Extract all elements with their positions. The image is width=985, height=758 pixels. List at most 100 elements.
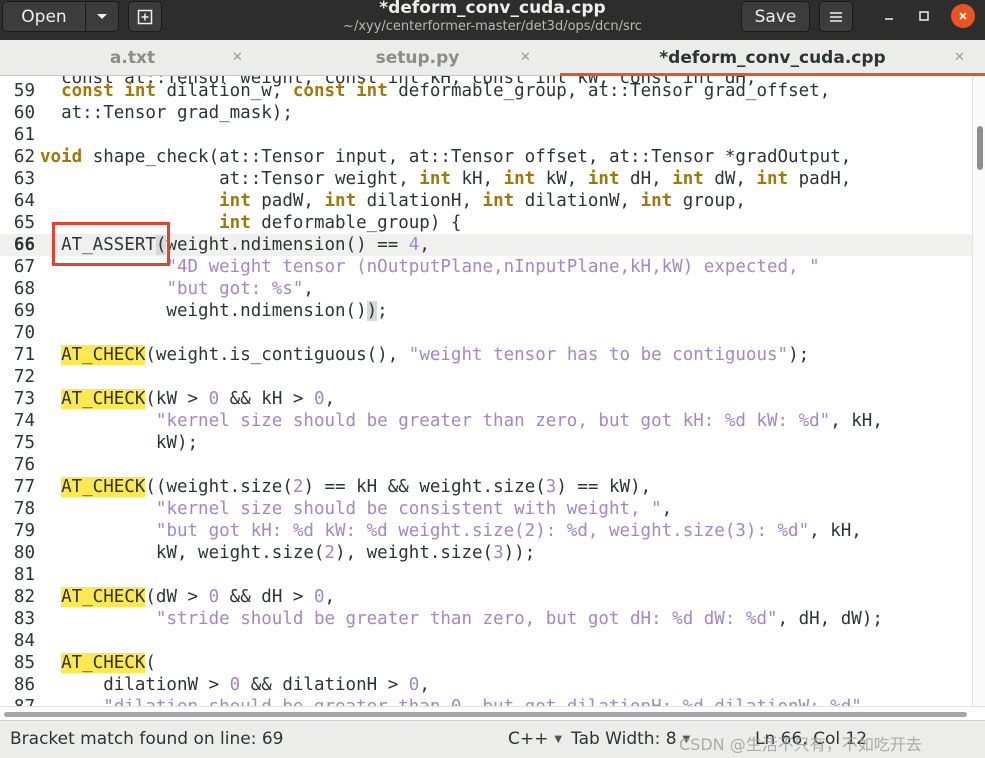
code-text: dilationW > 0 && dilationH > 0,: [40, 675, 430, 695]
line-number: 63: [13, 169, 35, 189]
tab-deform-conv-cuda[interactable]: *deform_conv_cuda.cpp ✕: [560, 40, 985, 76]
close-icon[interactable]: ✕: [954, 50, 965, 65]
code-line: 86 dilationW > 0 && dilationH > 0,: [0, 674, 972, 696]
horizontal-scrollbar[interactable]: [0, 706, 985, 720]
line-number: 81: [13, 565, 35, 585]
line-number: 65: [13, 213, 35, 233]
tab-bar: a.txt ✕ setup.py ✕ *deform_conv_cuda.cpp…: [0, 40, 985, 76]
code-text: "dilation should be greater than 0, but …: [40, 696, 872, 706]
tab-width-selector[interactable]: Tab Width: 8 ▼: [571, 729, 690, 749]
save-button[interactable]: Save: [741, 1, 810, 32]
code-line: 74 "kernel size should be greater than z…: [0, 410, 972, 432]
vertical-scrollbar-thumb[interactable]: [977, 126, 983, 170]
line-number: 70: [13, 323, 35, 343]
code-line: 71 AT_CHECK(weight.is_contiguous(), "wei…: [0, 344, 972, 366]
line-number: 75: [13, 433, 35, 453]
file-path: ~/xyy/centerformer-master/det3d/ops/dcn/…: [343, 19, 642, 34]
tab-label: *deform_conv_cuda.cpp: [659, 48, 886, 68]
code-line: 64 int padW, int dilationH, int dilation…: [0, 190, 972, 212]
line-number: 76: [13, 455, 35, 475]
line-number: 80: [13, 543, 35, 563]
line-number: 59: [13, 81, 35, 101]
line-number: 86: [13, 675, 35, 695]
watermark-text: CSDN @生活不只有，不如吃开去: [679, 735, 922, 754]
code-text: const int dilation_w, const int deformab…: [61, 81, 831, 101]
line-number: 77: [13, 477, 35, 497]
tab-a-txt[interactable]: a.txt ✕: [0, 40, 265, 76]
code-text: "but got kH: %d kW: %d weight.size(2): %…: [155, 521, 862, 541]
line-number: 83: [13, 609, 35, 629]
line-number: 78: [13, 499, 35, 519]
hamburger-menu-icon: [830, 11, 842, 22]
close-icon[interactable]: ✕: [232, 50, 243, 65]
line-number: 85: [13, 653, 35, 673]
minimize-button[interactable]: [877, 4, 901, 28]
maximize-icon: [919, 11, 929, 21]
save-button-label: Save: [754, 6, 797, 27]
line-number: 87: [0, 696, 35, 706]
code-text: "kernel size should be greater than zero…: [155, 411, 883, 431]
code-line: 59 const int dilation_w, const int defor…: [0, 80, 972, 102]
new-document-icon: [137, 9, 153, 24]
code-editor[interactable]: const at::Tensor weight, const int kH, c…: [0, 76, 985, 706]
code-line: 79 "but got kH: %d kW: %d weight.size(2)…: [0, 520, 972, 542]
code-line: 72: [0, 366, 972, 388]
line-number: 72: [13, 367, 35, 387]
status-message: Bracket match found on line: 69: [10, 729, 284, 749]
tab-width-label: Tab Width: 8: [571, 729, 677, 749]
code-line: 85 AT_CHECK(: [0, 652, 972, 674]
line-number: 61: [13, 125, 35, 145]
code-line: 62 void shape_check(at::Tensor input, at:…: [0, 146, 972, 168]
code-line: 81: [0, 564, 972, 586]
open-menu-button[interactable]: [85, 1, 119, 32]
code-text: AT_CHECK(: [61, 653, 156, 673]
code-text: at::Tensor weight, int kH, int kW, int d…: [40, 169, 852, 189]
code-line: 69 weight.ndimension());: [0, 300, 972, 322]
code-text: at::Tensor grad_mask);: [40, 103, 293, 123]
code-text: AT_CHECK((weight.size(2) == kH && weight…: [61, 477, 652, 497]
code-text: AT_CHECK(weight.is_contiguous(), "weight…: [61, 345, 810, 365]
code-line: 75 kW);: [0, 432, 972, 454]
tab-setup-py[interactable]: setup.py ✕: [285, 40, 550, 76]
code-line: 61: [0, 124, 972, 146]
close-icon: [959, 12, 967, 20]
line-number: 69: [13, 301, 35, 321]
code-text: kW);: [40, 433, 199, 453]
code-line: 83 "stride should be greater than zero, …: [0, 608, 972, 630]
line-number: 64: [13, 191, 35, 211]
line-number: 74: [13, 411, 35, 431]
code-line: 80 kW, weight.size(2), weight.size(3));: [0, 542, 972, 564]
code-line: 82 AT_CHECK(dW > 0 && dH > 0,: [0, 586, 972, 608]
open-button[interactable]: Open: [2, 1, 86, 32]
chevron-down-icon: [97, 13, 107, 19]
code-line: 84: [0, 630, 972, 652]
line-number: 79: [13, 521, 35, 541]
code-text: AT_CHECK(kW > 0 && kH > 0,: [61, 389, 336, 409]
close-icon[interactable]: ✕: [520, 50, 531, 65]
code-line: 68 "but got: %s",: [0, 278, 972, 300]
code-text: "stride should be greater than zero, but…: [155, 609, 883, 629]
open-button-label: Open: [21, 6, 67, 27]
header-bar: Open *deform_conv_cuda.cpp ~/xyy/centerf…: [0, 0, 985, 40]
horizontal-scrollbar-thumb[interactable]: [4, 712, 967, 717]
code-line: 70: [0, 322, 972, 344]
window-title: *deform_conv_cuda.cpp: [379, 0, 606, 18]
minimize-icon: [885, 18, 893, 20]
maximize-button[interactable]: [912, 4, 936, 28]
close-window-button[interactable]: [951, 4, 975, 28]
tab-label: setup.py: [375, 48, 460, 68]
language-selector[interactable]: C++ ▼: [508, 729, 562, 749]
new-tab-button[interactable]: [128, 1, 162, 32]
vertical-scrollbar[interactable]: [972, 76, 985, 706]
chevron-down-icon: ▼: [554, 733, 563, 745]
language-label: C++: [508, 729, 549, 749]
code-line: 63 at::Tensor weight, int kH, int kW, in…: [0, 168, 972, 190]
code-text: void shape_check(at::Tensor input, at::T…: [40, 147, 852, 167]
menu-button[interactable]: [819, 1, 853, 32]
line-number: 73: [13, 389, 35, 409]
line-number: 84: [13, 631, 35, 651]
code-text: "kernel size should be consistent with w…: [155, 499, 673, 519]
code-text: "but got: %s",: [166, 279, 314, 299]
code-line: 76: [0, 454, 972, 476]
line-number: 68: [13, 279, 35, 299]
